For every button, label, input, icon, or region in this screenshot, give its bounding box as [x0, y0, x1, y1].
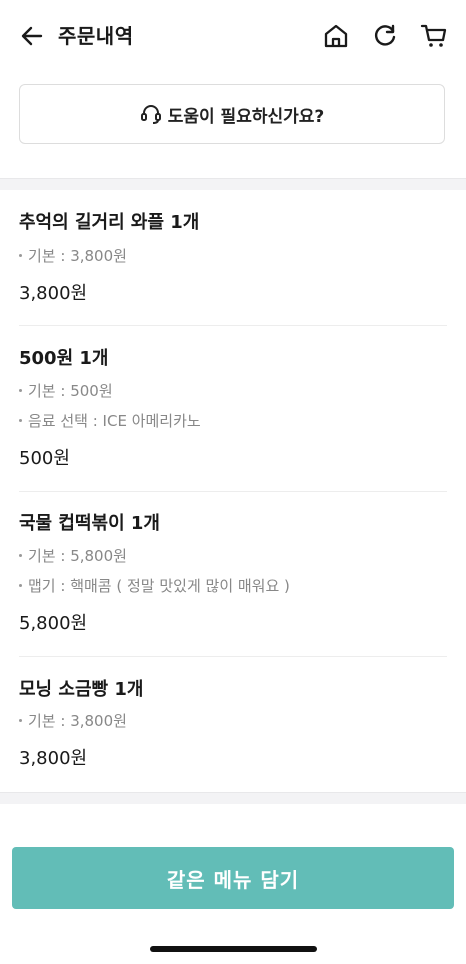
- item-name: 국물 컵떡볶이 1개: [19, 513, 160, 534]
- home-button[interactable]: [320, 20, 352, 52]
- item-price: 500원: [19, 448, 70, 469]
- home-icon: [324, 24, 348, 48]
- section-divider: [0, 792, 466, 804]
- help-label: 도움이 필요하신가요?: [167, 106, 325, 127]
- item-option: 기본 : 5,800원: [19, 545, 127, 567]
- section-divider: [0, 178, 466, 190]
- item-option: 음료 선택 : ICE 아메리카노: [19, 410, 201, 432]
- reorder-button[interactable]: 같은 메뉴 담기: [12, 847, 454, 909]
- cart-button[interactable]: [418, 20, 450, 52]
- home-indicator[interactable]: [150, 946, 317, 952]
- back-arrow-icon: [21, 26, 43, 46]
- help-button[interactable]: 도움이 필요하신가요?: [19, 84, 445, 144]
- refresh-button[interactable]: [369, 20, 401, 52]
- item-option: 기본 : 3,800원: [19, 245, 127, 267]
- item-divider: [19, 325, 447, 326]
- back-button[interactable]: [16, 20, 48, 52]
- item-divider: [19, 656, 447, 657]
- item-name: 모닝 소금빵 1개: [19, 679, 144, 700]
- item-option: 기본 : 3,800원: [19, 710, 127, 732]
- page-title: 주문내역: [58, 24, 134, 48]
- item-name: 500원 1개: [19, 348, 109, 369]
- item-price: 5,800원: [19, 613, 88, 634]
- headset-icon: [140, 105, 161, 124]
- item-price: 3,800원: [19, 748, 88, 769]
- item-divider: [19, 491, 447, 492]
- item-price: 3,800원: [19, 283, 88, 304]
- app-header: 주문내역: [0, 0, 466, 72]
- item-option: 맵기 : 핵매콤 ( 정말 맛있게 많이 매워요 ): [19, 575, 290, 597]
- item-name: 추억의 길거리 와플 1개: [19, 212, 200, 233]
- refresh-icon: [374, 24, 396, 46]
- cart-icon: [420, 24, 447, 47]
- item-option: 기본 : 500원: [19, 380, 113, 402]
